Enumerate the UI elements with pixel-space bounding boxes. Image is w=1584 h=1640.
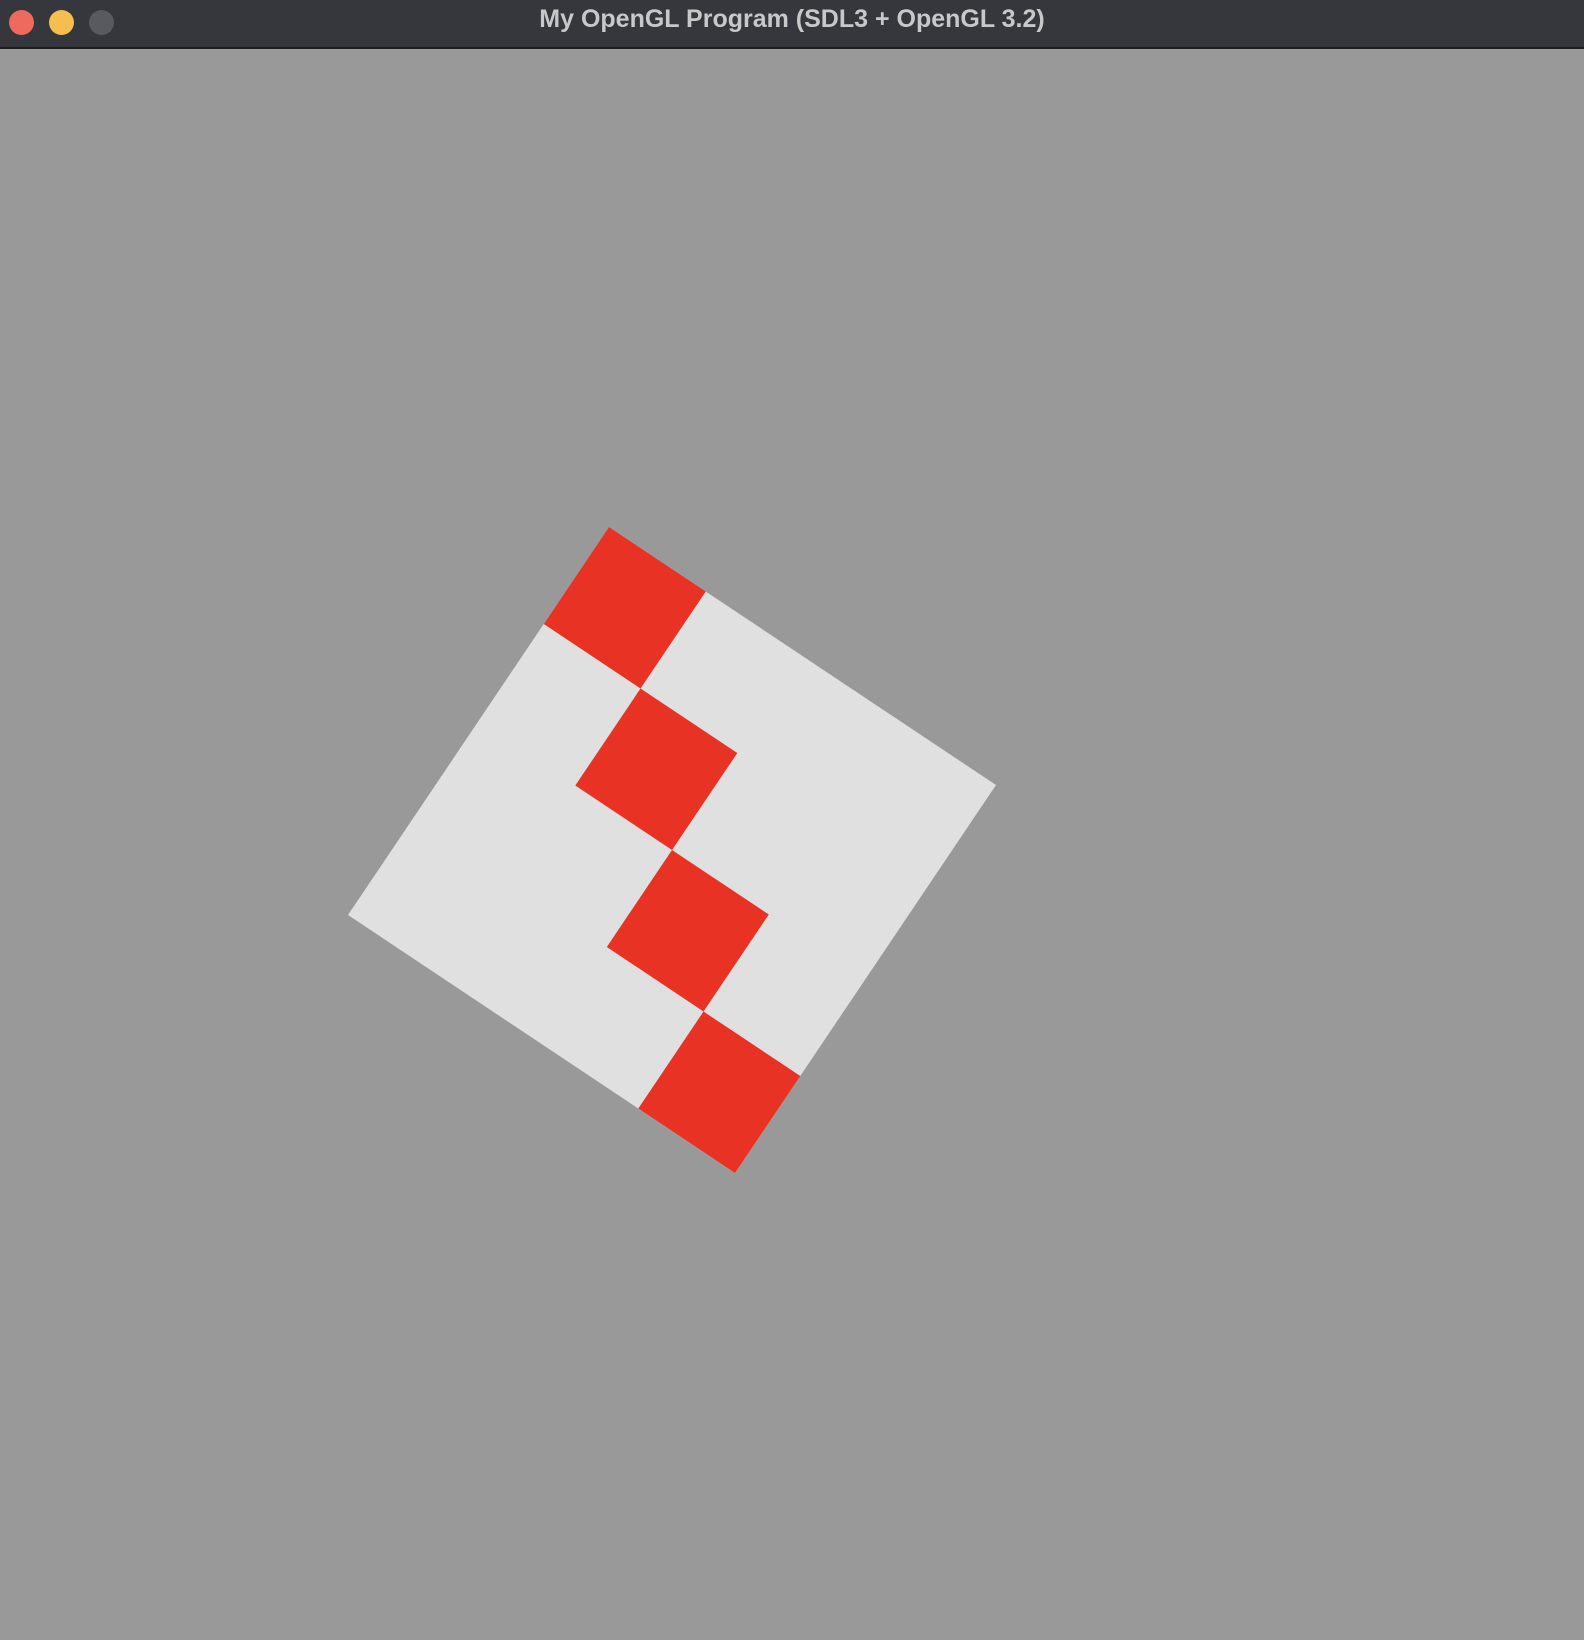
render-surface	[0, 49, 1584, 1640]
opengl-viewport[interactable]	[0, 49, 1584, 1640]
window-title: My OpenGL Program (SDL3 + OpenGL 3.2)	[539, 5, 1045, 33]
title-bar[interactable]: My OpenGL Program (SDL3 + OpenGL 3.2)	[0, 0, 1584, 49]
app-window: My OpenGL Program (SDL3 + OpenGL 3.2)	[0, 0, 1584, 1640]
